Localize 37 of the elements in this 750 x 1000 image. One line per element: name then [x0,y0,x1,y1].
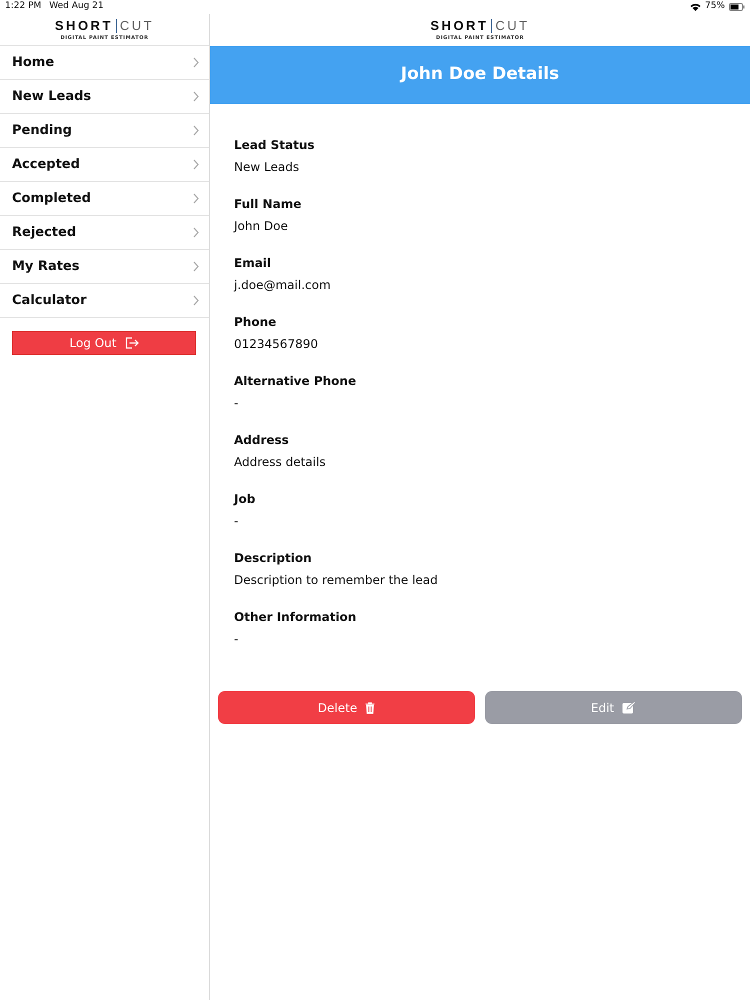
status-date: Wed Aug 21 [49,0,104,14]
field-value: - [234,395,240,412]
field-label: Other Information [234,609,358,626]
trash-icon [365,702,376,714]
chevron-right-icon [193,91,199,102]
field-value: New Leads [234,159,300,176]
field-label: Address [234,432,290,449]
chevron-right-icon [193,261,199,272]
field-label: Job [234,491,256,508]
exit-icon [124,337,138,349]
logout-button[interactable]: Log Out [12,331,196,355]
field-value: Description to remember the lead [234,572,439,589]
field-label: Description [234,550,313,567]
field-label: Email [234,255,272,272]
chevron-right-icon [193,125,199,136]
field-label: Alternative Phone [234,373,358,390]
field-value: - [234,513,240,530]
battery-icon [729,3,745,11]
field-value: - [234,631,240,648]
field-value: 01234567890 [234,336,319,353]
field-value: Address details [234,454,327,471]
chevron-right-icon [193,57,199,68]
edit-icon [622,701,636,714]
chevron-right-icon [193,159,199,170]
battery-percent: 75% [704,0,725,14]
field-label: Full Name [234,196,302,213]
field-label: Lead Status [234,137,316,154]
status-time: 1:22 PM [5,0,42,14]
field-value: John Doe [234,218,289,235]
delete-button[interactable]: Delete [218,691,475,724]
wifi-icon [690,3,701,11]
chevron-right-icon [193,295,199,306]
chevron-right-icon [193,193,199,204]
page-title: John Doe Details [210,46,750,104]
chevron-right-icon [193,227,199,238]
field-label: Phone [234,314,278,331]
field-value: j.doe@mail.com [234,277,332,294]
